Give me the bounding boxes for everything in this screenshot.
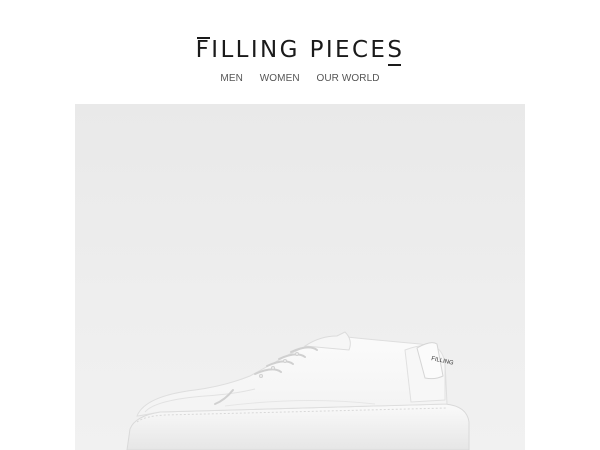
hero-image[interactable]: FILLING xyxy=(75,104,525,450)
email-page: FILLING PIECES MEN WOMEN OUR WORLD FILLI… xyxy=(0,0,600,450)
header: FILLING PIECES MEN WOMEN OUR WORLD xyxy=(0,0,600,104)
logo-accent-bottom xyxy=(388,64,402,66)
main-nav: MEN WOMEN OUR WORLD xyxy=(0,72,600,86)
nav-item-men[interactable]: MEN xyxy=(220,72,243,86)
sneaker-image: FILLING xyxy=(126,331,470,450)
nav-item-our-world[interactable]: OUR WORLD xyxy=(316,72,379,86)
nav-item-women[interactable]: WOMEN xyxy=(260,72,300,86)
brand-logo[interactable]: FILLING PIECES xyxy=(0,33,600,67)
logo-accent-top xyxy=(196,37,210,39)
brand-name: FILLING PIECES xyxy=(195,37,405,63)
